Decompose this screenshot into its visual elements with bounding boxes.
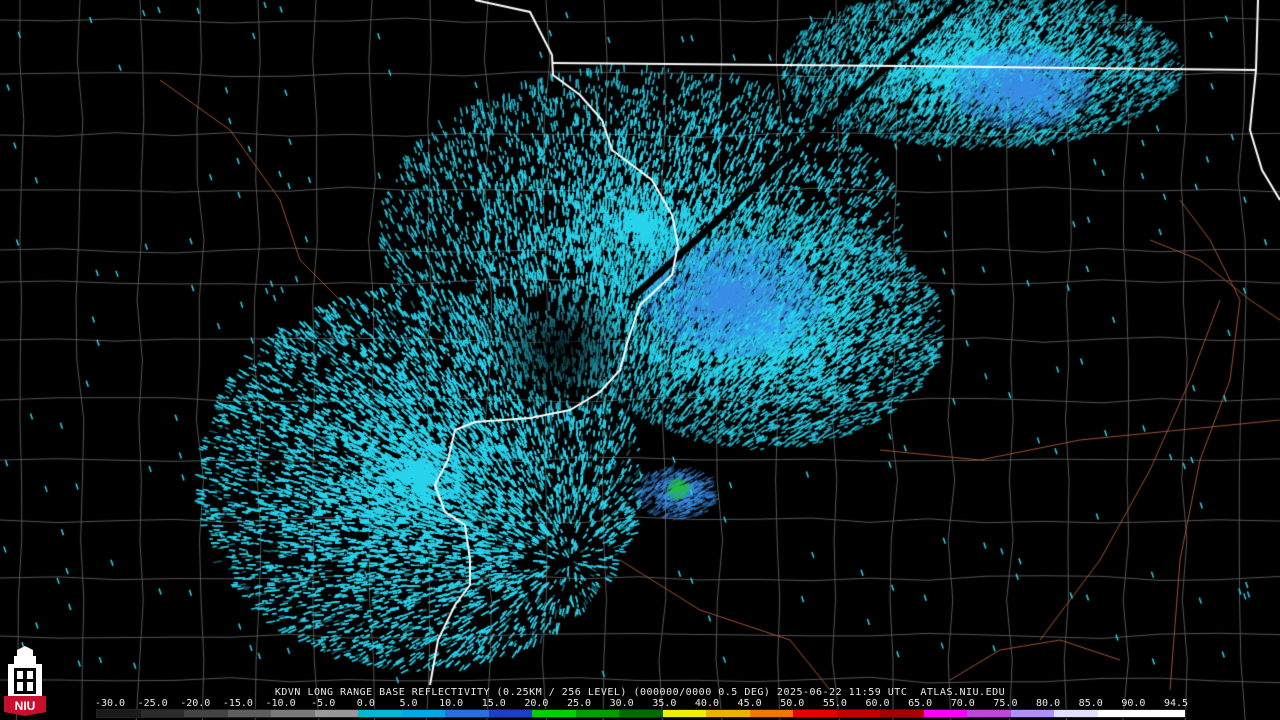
scale-label: 65.0 (908, 698, 933, 709)
scale-label: 75.0 (993, 698, 1018, 709)
scale-swatch (662, 710, 707, 717)
scale-swatch (706, 710, 750, 717)
scale-label: 94.5 (1163, 698, 1189, 709)
scale-label: 10.0 (439, 698, 464, 709)
scale-label: 50.0 (780, 698, 805, 709)
scale-swatch (227, 710, 272, 717)
scale-swatch (793, 710, 837, 717)
scale-swatch (836, 710, 881, 717)
scale-swatch (532, 710, 576, 717)
scale-label: 0.0 (356, 698, 375, 709)
scale-swatch (923, 710, 968, 717)
scale-swatch (314, 710, 359, 717)
scale-label: -20.0 (180, 698, 211, 709)
scale-label: 5.0 (399, 698, 418, 709)
scale-label: 55.0 (822, 698, 847, 709)
scale-swatch (401, 710, 446, 717)
scale-label: 85.0 (1078, 698, 1103, 709)
color-scale-bar (96, 709, 1186, 718)
scale-label: -10.0 (265, 698, 296, 709)
scale-swatch (575, 710, 620, 717)
scale-swatch (271, 710, 315, 717)
product-title: KDVN LONG RANGE BASE REFLECTIVITY (0.25K… (274, 687, 1006, 698)
scale-swatch (749, 710, 794, 717)
scale-label: 15.0 (481, 698, 506, 709)
scale-swatch (445, 710, 489, 717)
scale-label: 35.0 (652, 698, 677, 709)
scale-label: 40.0 (694, 698, 719, 709)
scale-label: 20.0 (524, 698, 549, 709)
scale-label: 25.0 (566, 698, 592, 709)
scale-swatch (488, 710, 533, 717)
scale-swatch (358, 710, 402, 717)
scale-swatch (967, 710, 1011, 717)
scale-label: 70.0 (950, 698, 975, 709)
scale-swatch (140, 710, 185, 717)
scale-label: 30.0 (609, 698, 634, 709)
scale-label: 45.0 (737, 698, 762, 709)
scale-swatch (1010, 710, 1055, 717)
scale-label: 90.0 (1121, 698, 1146, 709)
scale-swatch (97, 710, 141, 717)
scale-label: -30.0 (94, 698, 126, 709)
scale-label: 60.0 (865, 698, 890, 709)
scale-swatch (184, 710, 228, 717)
scale-swatch (1097, 710, 1142, 717)
scale-swatch (619, 710, 663, 717)
scale-label: 80.0 (1036, 698, 1061, 709)
radar-map (0, 0, 1280, 720)
scale-label: -15.0 (222, 698, 253, 709)
scale-swatch (1141, 710, 1185, 717)
scale-swatch (1054, 710, 1098, 717)
scale-label: -5.0 (311, 698, 336, 709)
scale-label: -25.0 (137, 698, 168, 709)
scale-swatch (880, 710, 924, 717)
